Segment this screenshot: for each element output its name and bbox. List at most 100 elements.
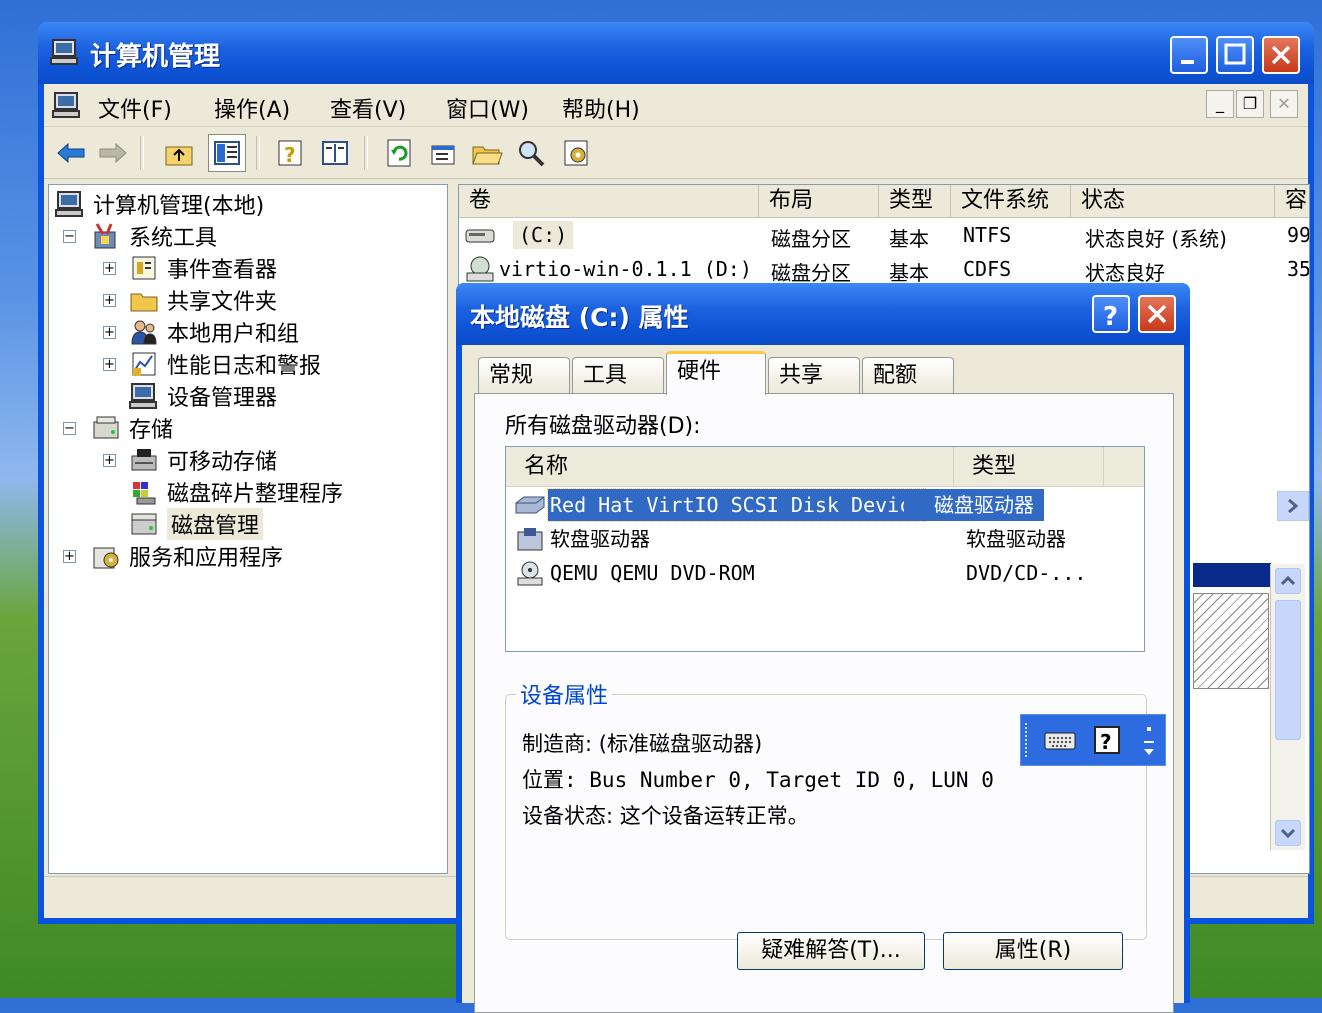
open-folder-icon [472, 146, 503, 165]
computer-icon[interactable] [52, 90, 82, 120]
language-bar-grip[interactable] [1025, 723, 1031, 757]
dvd-drive-icon [517, 561, 543, 586]
scroll-up-button[interactable] [1275, 568, 1301, 594]
list-item-device[interactable]: QEMU QEMU DVD-ROM DVD/CD-... [514, 557, 1104, 589]
tree-item-disk-management[interactable]: 磁盘管理 [129, 508, 264, 540]
tab-general[interactable]: 常规 [478, 357, 570, 393]
tree-label: 设备管理器 [167, 386, 278, 411]
close-button[interactable] [1262, 36, 1300, 74]
minimize-icon [1181, 60, 1194, 64]
options-menu-icon[interactable] [1141, 725, 1157, 757]
expand-toggle[interactable]: + [103, 262, 116, 275]
tab-quota[interactable]: 配额 [862, 357, 954, 393]
services-icon [93, 547, 119, 569]
help-question-icon[interactable]: ? [1093, 725, 1121, 755]
main-titlebar[interactable]: 计算机管理 [38, 22, 1314, 84]
vertical-scrollbar[interactable] [1270, 564, 1305, 850]
up-one-level-button[interactable] [160, 134, 198, 172]
tree-label: 服务和应用程序 [129, 546, 284, 571]
expand-toggle[interactable]: + [103, 454, 116, 467]
show-hide-console-tree-button[interactable] [208, 134, 246, 172]
scroll-thumb[interactable] [1275, 600, 1301, 740]
language-bar[interactable]: ? [1020, 714, 1166, 766]
collapse-toggle[interactable]: − [63, 230, 76, 243]
scroll-right-button[interactable] [1277, 491, 1309, 521]
device-properties-title: 设备属性 [520, 684, 609, 709]
troubleshoot-button[interactable]: 疑难解答(T)... [737, 932, 925, 970]
cell-type: 基本 [889, 227, 929, 251]
svg-text:?: ? [1103, 302, 1118, 331]
disk-drives-list[interactable]: 名称 类型 Red Hat VirtIO SCSI Disk Device 磁盘… [505, 446, 1145, 652]
back-arrow-icon [57, 142, 85, 164]
menu-view[interactable]: 查看(V) [330, 92, 406, 124]
list-item-device[interactable]: 软盘驱动器 软盘驱动器 [514, 523, 1104, 555]
expand-toggle[interactable]: + [63, 550, 76, 563]
expand-toggle[interactable]: + [103, 294, 116, 307]
scroll-down-button[interactable] [1275, 820, 1301, 846]
maximize-button[interactable] [1216, 36, 1254, 74]
device-name: 软盘驱动器 [550, 527, 650, 551]
column-header-name[interactable]: 名称 [506, 447, 954, 487]
dialog-titlebar[interactable]: 本地磁盘 (C:) 属性 ? [456, 283, 1190, 345]
mdi-minimize-button[interactable]: _ [1206, 90, 1234, 118]
dialog-close-button[interactable] [1138, 295, 1176, 333]
tree-item-local-users-groups[interactable]: 本地用户和组 [129, 317, 299, 347]
split-pane-icon [322, 141, 348, 165]
tree-item-shared-folders[interactable]: 共享文件夹 [129, 285, 277, 315]
tree-item-disk-defragmenter[interactable]: 磁盘碎片整理程序 [129, 477, 343, 507]
tree-item-removable-storage[interactable]: 可移动存储 [129, 445, 277, 475]
keyboard-icon[interactable] [1043, 727, 1077, 753]
minimize-button[interactable] [1170, 36, 1208, 74]
tree-item-performance-logs[interactable]: 性能日志和警报 [129, 349, 321, 379]
menu-action[interactable]: 操作(A) [214, 92, 290, 124]
menu-help[interactable]: 帮助(H) [562, 92, 640, 124]
collapse-toggle[interactable]: − [63, 422, 76, 435]
tab-sharing[interactable]: 共享 [768, 357, 860, 393]
tree-item-system-tools[interactable]: 系统工具 [91, 221, 217, 251]
column-header-layout[interactable]: 布局 [759, 185, 879, 217]
tree-item-event-viewer[interactable]: 事件查看器 [129, 253, 277, 283]
tree-label: 本地用户和组 [167, 322, 300, 347]
column-header-filesystem[interactable]: 文件系统 [951, 185, 1071, 217]
mdi-close-button[interactable]: ✕ [1270, 90, 1298, 118]
help-button[interactable]: ? [272, 134, 310, 172]
menu-window[interactable]: 窗口(W) [446, 92, 529, 124]
tree-item-device-manager[interactable]: 设备管理器 [129, 381, 277, 411]
tree-root-computer-management[interactable]: 计算机管理(本地) [55, 189, 264, 219]
forward-arrow-icon [99, 142, 127, 164]
console-tree-pane[interactable]: 计算机管理(本地) − 系统工具 + 事件查看器 + 共享文件夹 + 本地用户和… [48, 184, 448, 874]
settings-button[interactable] [558, 134, 596, 172]
properties-button[interactable] [424, 134, 462, 172]
cell-type: 基本 [889, 261, 929, 285]
dialog-help-button[interactable]: ? [1092, 295, 1130, 333]
open-folder-button[interactable] [468, 134, 506, 172]
expand-toggle[interactable]: + [103, 358, 116, 371]
partition-hatched-block[interactable] [1193, 593, 1269, 689]
chevron-right-icon [1288, 498, 1299, 514]
svg-text:?: ? [284, 143, 296, 167]
computer-icon [50, 39, 78, 65]
column-header-type[interactable]: 类型 [954, 447, 1104, 487]
find-button[interactable] [512, 134, 550, 172]
menu-file[interactable]: 文件(F) [98, 92, 172, 124]
device-properties-button[interactable]: 属性(R) [943, 932, 1123, 970]
mdi-restore-button[interactable]: ❐ [1236, 90, 1264, 118]
column-header-type[interactable]: 类型 [879, 185, 951, 217]
disk-drive-icon [515, 496, 545, 514]
column-header-volume[interactable]: 卷 [459, 185, 759, 217]
forward-button[interactable] [94, 134, 132, 172]
column-header-status[interactable]: 状态 [1071, 185, 1275, 217]
tab-tools[interactable]: 工具 [572, 357, 664, 393]
show-hide-action-pane-button[interactable] [316, 134, 354, 172]
svg-text:?: ? [1100, 730, 1112, 754]
list-item-device[interactable]: Red Hat VirtIO SCSI Disk Device 磁盘驱动器 [514, 488, 1104, 522]
tab-hardware[interactable]: 硬件 [666, 351, 766, 395]
cell-status: 状态良好 [1085, 261, 1165, 285]
tree-item-storage[interactable]: 存储 [91, 413, 173, 443]
back-button[interactable] [52, 134, 90, 172]
tree-item-services-applications[interactable]: 服务和应用程序 [91, 541, 283, 571]
cell-volume: virtio-win-0.1.1 (D:) [499, 257, 752, 281]
expand-toggle[interactable]: + [103, 326, 116, 339]
column-header-capacity[interactable]: 容 [1275, 185, 1309, 217]
refresh-button[interactable] [380, 134, 418, 172]
